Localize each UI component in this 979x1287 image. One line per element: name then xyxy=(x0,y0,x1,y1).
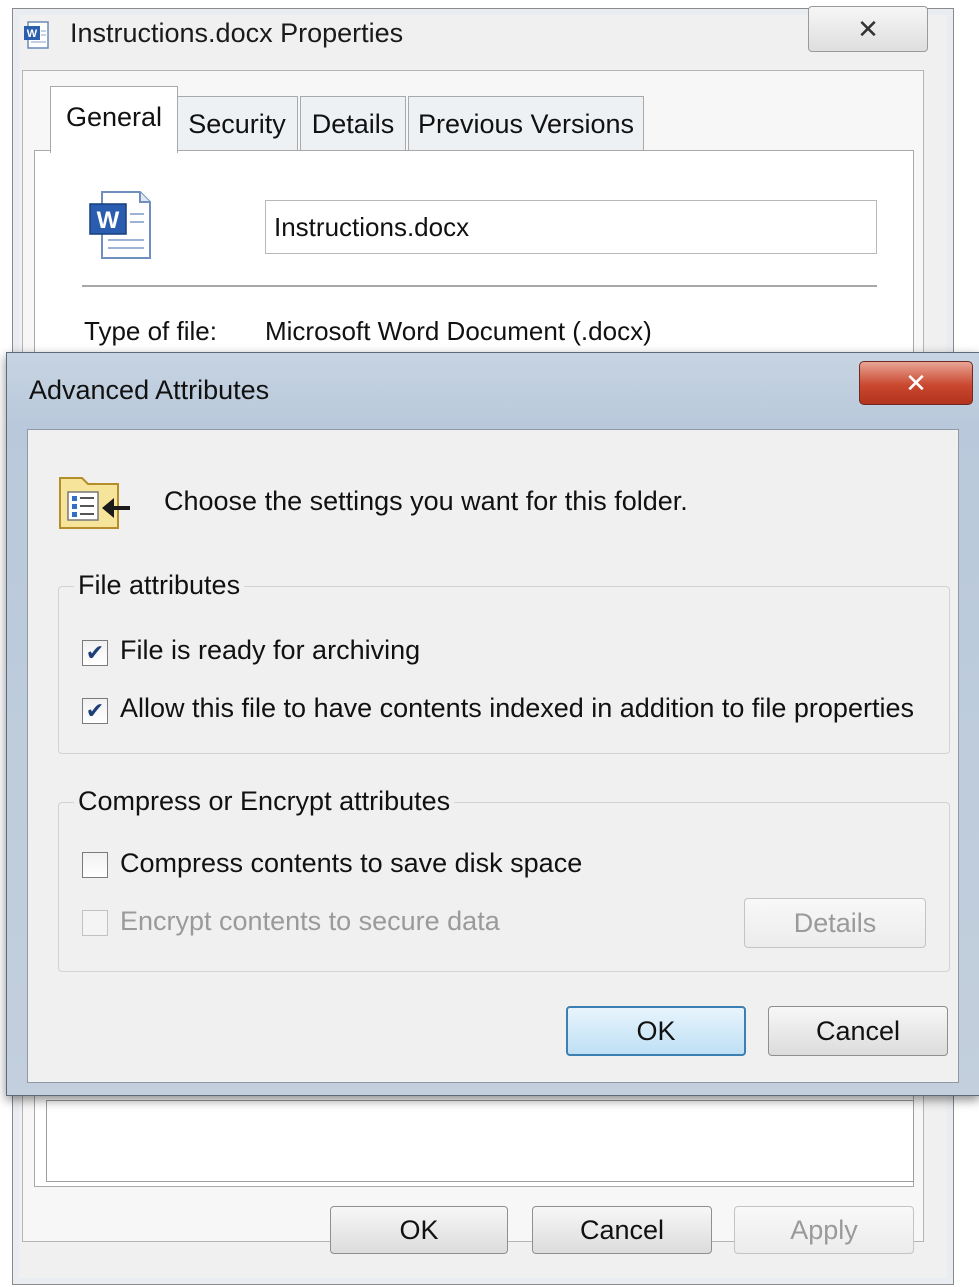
group-label: Compress or Encrypt attributes xyxy=(74,786,455,817)
folder-attributes-icon xyxy=(59,477,130,529)
file-name-field[interactable] xyxy=(265,200,877,254)
tab-details[interactable]: Details xyxy=(300,96,406,151)
archive-label: File is ready for archiving xyxy=(120,635,421,665)
button-label: Cancel xyxy=(579,1214,665,1245)
close-icon: ✕ xyxy=(905,367,927,398)
divider xyxy=(82,285,877,287)
compress-checkbox[interactable] xyxy=(82,852,108,878)
type-of-file-label: Type of file: xyxy=(84,316,217,346)
group-label: File attributes xyxy=(74,570,245,601)
tab-previous-versions[interactable]: Previous Versions xyxy=(408,96,644,151)
check-icon: ✔ xyxy=(85,698,105,723)
encrypt-checkbox[interactable] xyxy=(82,910,108,936)
properties-apply-button[interactable]: Apply xyxy=(734,1206,914,1254)
dialog-body: Choose the settings you want for this fo… xyxy=(27,429,959,1083)
dialog-instruction: Choose the settings you want for this fo… xyxy=(164,486,688,516)
dialog-ok-button[interactable]: OK xyxy=(566,1006,746,1056)
dialog-title: Advanced Attributes xyxy=(29,375,270,405)
dialog-close-button[interactable]: ✕ xyxy=(859,361,973,405)
encrypt-label: Encrypt contents to secure data xyxy=(120,906,500,936)
tab-label: Security xyxy=(188,109,286,139)
type-of-file-value: Microsoft Word Document (.docx) xyxy=(265,316,652,346)
button-label: Cancel xyxy=(815,1015,901,1046)
tab-general[interactable]: General xyxy=(50,86,178,153)
attributes-area xyxy=(46,1100,914,1182)
index-label: Allow this file to have contents indexed… xyxy=(120,693,914,723)
word-file-large-icon: W xyxy=(89,191,151,259)
tab-label: General xyxy=(65,102,163,132)
properties-ok-button[interactable]: OK xyxy=(330,1206,508,1254)
button-label: Details xyxy=(793,907,877,938)
file-attributes-group xyxy=(58,586,950,754)
dialog-cancel-button[interactable]: Cancel xyxy=(768,1006,948,1056)
compress-label: Compress contents to save disk space xyxy=(120,848,583,878)
tab-label: Details xyxy=(311,109,395,139)
encrypt-details-button[interactable]: Details xyxy=(744,898,926,948)
button-label: Apply xyxy=(790,1214,858,1245)
tab-security[interactable]: Security xyxy=(176,96,298,151)
archive-checkbox[interactable]: ✔ xyxy=(82,640,108,666)
close-icon: ✕ xyxy=(857,13,879,44)
properties-close-button[interactable]: ✕ xyxy=(808,6,928,52)
properties-cancel-button[interactable]: Cancel xyxy=(532,1206,712,1254)
svg-text:W: W xyxy=(27,28,38,40)
word-document-icon: W xyxy=(24,21,49,49)
check-icon: ✔ xyxy=(85,640,105,665)
button-label: OK xyxy=(399,1214,439,1245)
advanced-attributes-dialog: Advanced Attributes ✕ Choose the setting… xyxy=(6,352,979,1096)
properties-title: Instructions.docx Properties xyxy=(70,18,404,48)
index-checkbox[interactable]: ✔ xyxy=(82,698,108,724)
svg-text:W: W xyxy=(97,207,120,234)
tab-label: Previous Versions xyxy=(417,109,635,139)
button-label: OK xyxy=(636,1015,676,1046)
